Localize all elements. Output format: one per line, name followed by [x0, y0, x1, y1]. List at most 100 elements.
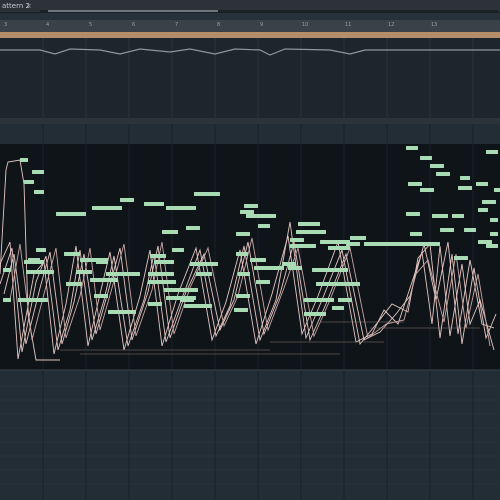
note-block[interactable] — [236, 252, 248, 256]
note-block[interactable] — [460, 176, 470, 180]
note-block[interactable] — [194, 192, 220, 196]
note-block[interactable] — [304, 312, 326, 316]
note-block[interactable] — [148, 280, 176, 284]
note-block[interactable] — [290, 244, 316, 248]
note-block[interactable] — [282, 262, 296, 266]
automation-lane[interactable] — [0, 38, 500, 118]
note-block[interactable] — [420, 188, 434, 192]
note-block[interactable] — [162, 230, 178, 234]
note-block[interactable] — [56, 212, 86, 216]
note-block[interactable] — [486, 150, 498, 154]
note-block[interactable] — [34, 190, 44, 194]
note-block[interactable] — [186, 226, 200, 230]
note-block[interactable] — [246, 214, 276, 218]
note-block[interactable] — [408, 182, 422, 186]
note-block[interactable] — [234, 308, 248, 312]
note-block[interactable] — [108, 310, 136, 314]
note-block[interactable] — [482, 200, 496, 204]
note-block[interactable] — [3, 298, 11, 302]
note-block[interactable] — [238, 272, 250, 276]
note-block[interactable] — [166, 206, 196, 210]
note-block[interactable] — [236, 232, 250, 236]
note-block[interactable] — [406, 146, 418, 150]
note-block[interactable] — [490, 232, 498, 236]
note-block[interactable] — [148, 272, 174, 276]
note-block[interactable] — [430, 164, 444, 168]
timeline-ruler[interactable] — [0, 20, 500, 32]
note-grid[interactable] — [0, 124, 500, 500]
note-block[interactable] — [3, 268, 11, 272]
note-block[interactable] — [32, 170, 44, 174]
note-block[interactable] — [328, 246, 350, 250]
note-block[interactable] — [180, 298, 194, 302]
note-block[interactable] — [96, 260, 108, 264]
note-block[interactable] — [440, 228, 454, 232]
note-block[interactable] — [76, 270, 92, 274]
note-block[interactable] — [486, 244, 498, 248]
note-block[interactable] — [336, 268, 348, 272]
note-block[interactable] — [144, 202, 164, 206]
note-block[interactable] — [478, 240, 492, 244]
note-block[interactable] — [478, 208, 488, 212]
note-block[interactable] — [196, 272, 212, 276]
note-block[interactable] — [290, 238, 304, 242]
note-block[interactable] — [92, 206, 122, 210]
note-block[interactable] — [20, 158, 28, 162]
note-block[interactable] — [250, 258, 266, 262]
note-block[interactable] — [494, 188, 500, 192]
note-block[interactable] — [24, 260, 44, 264]
note-block[interactable] — [190, 262, 218, 266]
note-block[interactable] — [298, 222, 320, 226]
note-block[interactable] — [296, 230, 326, 234]
note-block[interactable] — [464, 228, 476, 232]
note-block[interactable] — [254, 266, 284, 270]
note-block[interactable] — [164, 288, 198, 292]
note-block[interactable] — [258, 224, 270, 228]
note-block[interactable] — [332, 306, 344, 310]
note-block[interactable] — [148, 302, 162, 306]
note-block[interactable] — [410, 232, 422, 236]
ruler-tick: 4 — [46, 22, 50, 28]
note-block[interactable] — [106, 272, 140, 276]
horizontal-scroll-thumb[interactable] — [48, 10, 218, 12]
note-block[interactable] — [94, 294, 108, 298]
note-block[interactable] — [64, 252, 80, 256]
note-block[interactable] — [244, 204, 258, 208]
ruler-tick: 3 — [4, 22, 8, 28]
note-block[interactable] — [150, 254, 166, 258]
ruler-tick: 9 — [260, 22, 264, 28]
note-block[interactable] — [172, 248, 184, 252]
note-block[interactable] — [36, 248, 46, 252]
note-block[interactable] — [476, 182, 488, 186]
note-block[interactable] — [18, 298, 48, 302]
ruler-tick: 10 — [302, 22, 309, 28]
note-block[interactable] — [90, 278, 118, 282]
note-block[interactable] — [184, 304, 212, 308]
note-block[interactable] — [320, 240, 350, 244]
note-block[interactable] — [350, 236, 366, 240]
note-block[interactable] — [304, 298, 334, 302]
note-block[interactable] — [288, 266, 302, 270]
note-block[interactable] — [454, 256, 468, 260]
note-block[interactable] — [458, 186, 472, 190]
note-block[interactable] — [490, 218, 498, 222]
note-block[interactable] — [256, 280, 270, 284]
note-block[interactable] — [26, 270, 54, 274]
note-block[interactable] — [24, 180, 34, 184]
note-block[interactable] — [452, 214, 464, 218]
close-icon[interactable]: × — [26, 0, 32, 12]
note-block[interactable] — [338, 298, 352, 302]
note-block[interactable] — [432, 214, 448, 218]
note-block[interactable] — [436, 172, 450, 176]
note-block[interactable] — [236, 294, 250, 298]
note-block[interactable] — [406, 212, 420, 216]
note-block[interactable] — [240, 210, 254, 214]
note-block[interactable] — [346, 242, 360, 246]
note-block[interactable] — [364, 242, 440, 246]
note-block[interactable] — [66, 282, 82, 286]
note-block[interactable] — [154, 260, 174, 264]
note-lane-area[interactable] — [0, 144, 500, 370]
note-block[interactable] — [120, 198, 134, 202]
note-block[interactable] — [420, 156, 432, 160]
note-block[interactable] — [326, 282, 360, 286]
